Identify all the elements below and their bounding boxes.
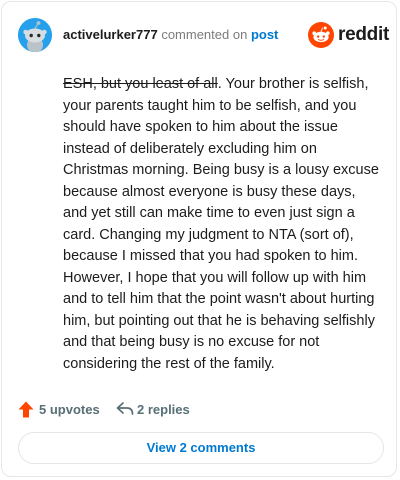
snoo-avatar-icon [18,18,52,52]
reddit-logo-icon [308,22,334,48]
commented-on-text: commented on [161,27,248,42]
upvotes-count: 5 upvotes [39,402,100,417]
view-comments-button[interactable]: View 2 comments [18,432,384,464]
upvote-arrow-icon [18,401,34,418]
comment-text: . Your brother is selfish, your parents … [63,76,379,372]
comment-header: activelurker777 commented on post reddit [18,18,389,52]
comment-byline: activelurker777 commented on post [63,27,278,43]
reddit-brand[interactable]: reddit [308,22,389,48]
comment-body: ESH, but you least of all. Your brother … [63,74,381,375]
reddit-wordmark: reddit [338,24,389,45]
reply-arrow-icon [116,402,134,415]
username-link[interactable]: activelurker777 [63,27,158,42]
user-avatar[interactable] [18,18,52,52]
comment-card: activelurker777 commented on post reddit… [1,1,397,477]
post-link[interactable]: post [251,27,278,42]
replies-count: 2 replies [137,402,190,417]
struck-judgment-text: ESH, but you least of all [63,76,218,92]
